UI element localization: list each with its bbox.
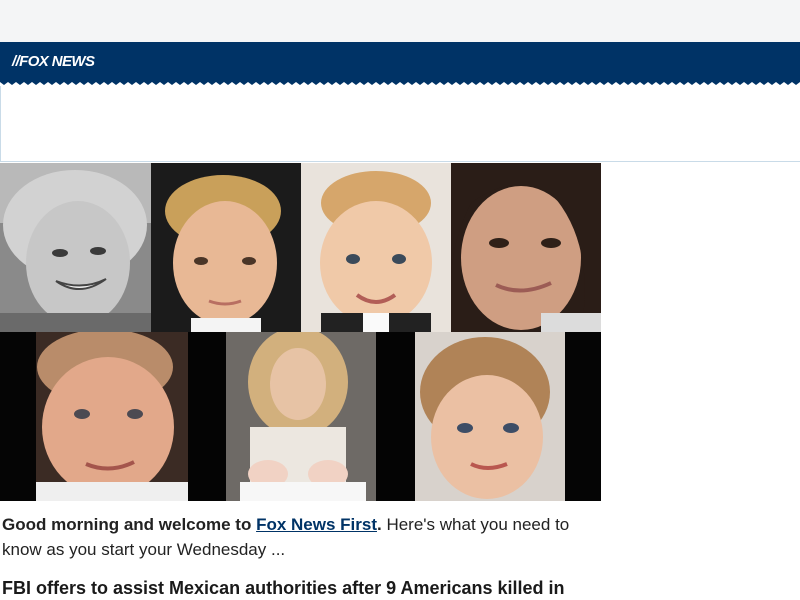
intro-lead: Good morning and welcome to [2,515,257,534]
photo-freckled-boy [0,332,188,501]
intro-paragraph: Good morning and welcome to Fox News Fir… [2,512,602,562]
logo-text: FOX NEWS [19,53,95,70]
photo-toddler-boy [301,163,451,332]
photo-blond-boy [151,163,301,332]
photo-woman-grayscale-smiling [0,163,151,332]
fox-news-first-link[interactable]: Fox News First [256,515,377,534]
fox-news-header: //FOX NEWS [0,42,800,82]
ad-placeholder [0,86,800,162]
photo-young-girl [415,332,601,501]
article-headline[interactable]: FBI offers to assist Mexican authorities… [2,576,602,600]
fox-news-logo[interactable]: //FOX NEWS [12,53,95,71]
browser-top-bar [0,0,800,42]
hero-photo-collage[interactable] [0,163,601,501]
photo-woman-with-twin-babies [188,332,415,501]
photo-dark-haired-woman [451,163,601,332]
